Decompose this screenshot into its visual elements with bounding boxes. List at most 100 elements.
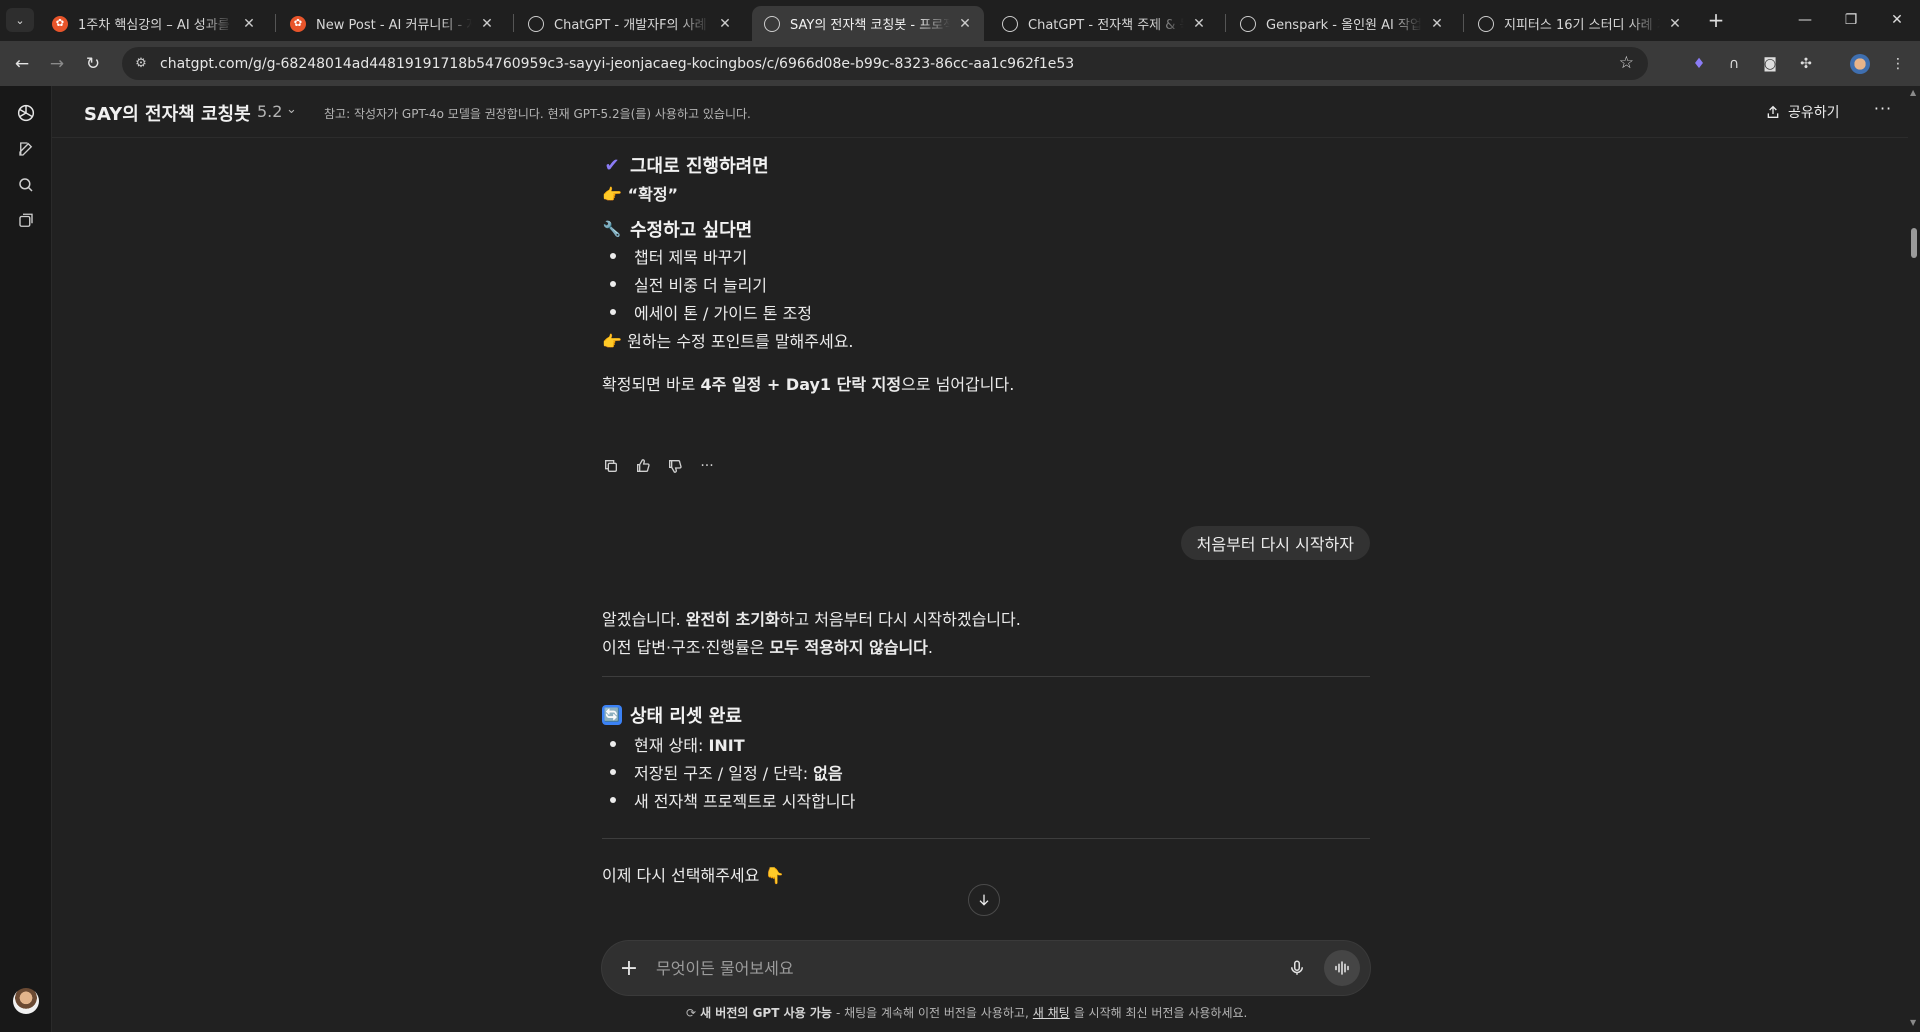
model-recommendation-note: 참고: 작성자가 GPT-4o 모델을 권장합니다. 현재 GPT-5.2을(를… [324, 107, 751, 121]
wrench-icon: 🔧 [602, 220, 622, 238]
next-step-line: 확정되면 바로 4주 일정 + Day1 단락 지정으로 넘어갑니다. [602, 375, 1015, 394]
back-button[interactable]: ← [9, 51, 35, 77]
gpters-favicon-icon [1478, 15, 1494, 32]
close-tab-icon[interactable]: ✕ [956, 16, 974, 32]
proceed-line: 👉 “확정” [602, 185, 679, 204]
user-avatar[interactable] [13, 988, 39, 1014]
message-actions: ··· [602, 456, 716, 476]
page-scrollbar[interactable]: ▲ ▼ [1908, 86, 1920, 1032]
reload-button[interactable]: ↻ [80, 51, 106, 77]
browser-menu-icon[interactable]: ⋮ [1888, 54, 1908, 74]
share-icon [1767, 105, 1779, 118]
browser-toolbar: ← → ↻ ⚙ chatgpt.com/g/g-68248014ad448191… [0, 41, 1920, 86]
reset-heading: 🔄 상태 리셋 완료 [602, 705, 742, 727]
model-version[interactable]: 5.2 [257, 102, 282, 121]
scroll-up-arrow-icon[interactable]: ▲ [1910, 88, 1916, 97]
chatgpt-favicon-icon [528, 15, 544, 32]
pointing-right-icon: 👉 [602, 185, 622, 204]
genspark-favicon-icon [1240, 15, 1256, 32]
browser-tab-6[interactable]: Genspark - 올인원 AI 작업 공간 ✕ [1228, 6, 1456, 41]
pointing-down-icon: 👇 [764, 866, 785, 885]
new-version-notice: ⟳ 새 버전의 GPT 사용 가능 - 채팅을 계속해 이전 버전을 사용하고,… [686, 1004, 1248, 1021]
new-chat-icon[interactable] [13, 136, 39, 162]
browser-tab-7[interactable]: 지피터스 16기 스터디 사례 기반 ✕ [1466, 6, 1694, 41]
dictate-button[interactable] [1284, 955, 1310, 981]
search-icon[interactable] [13, 172, 39, 198]
check-mark-icon: ✔ [604, 154, 620, 176]
extension-camera-icon[interactable]: ◙ [1760, 54, 1780, 74]
close-tab-icon[interactable]: ✕ [1428, 16, 1446, 32]
chat-header: SAY의 전자책 코칭봇 5.2 ⌄ 참고: 작성자가 GPT-4o 모델을 권… [52, 86, 1908, 138]
list-item: 현재 상태: INIT [610, 732, 745, 756]
close-tab-icon[interactable]: ✕ [1666, 16, 1684, 32]
browser-tab-2[interactable]: ✿ New Post - AI 커뮤니티 - 지피터스 ✕ [278, 6, 506, 41]
divider [602, 676, 1370, 677]
prompt-input[interactable] [656, 956, 1256, 980]
browser-tab-5[interactable]: ChatGPT - 전자책 주제 & 목차 ✕ [990, 6, 1218, 41]
refresh-icon: ⟳ [686, 1005, 697, 1020]
list-item: 새 전자책 프로젝트로 시작합니다 [609, 788, 855, 812]
restore-window-button[interactable]: ❐ [1828, 0, 1874, 40]
pointing-right-icon: 👉 [602, 332, 622, 351]
extension-flame-icon[interactable]: ♦ [1689, 54, 1709, 74]
list-item: 에세이 톤 / 가이드 톤 조정 [609, 300, 812, 324]
new-chat-link[interactable]: 새 채팅 [1033, 1004, 1070, 1021]
chatgpt-favicon-icon [1002, 15, 1018, 32]
copy-icon[interactable] [602, 457, 620, 475]
share-button[interactable]: 공유하기 [1765, 99, 1840, 125]
list-item: 챕터 제목 바꾸기 [609, 244, 747, 268]
browser-tab-strip: ⌄ ✿ 1주차 핵심강의 – AI 성과를 극대화 ✕ ✿ New Post -… [0, 0, 1920, 41]
browser-tab-1[interactable]: ✿ 1주차 핵심강의 – AI 성과를 극대화 ✕ [40, 6, 268, 41]
thumbs-down-icon[interactable] [666, 457, 684, 475]
new-tab-button[interactable]: + [1704, 8, 1728, 32]
close-tab-icon[interactable]: ✕ [1190, 16, 1208, 32]
chatgpt-app: SAY의 전자책 코칭봇 5.2 ⌄ 참고: 작성자가 GPT-4o 모델을 권… [0, 86, 1920, 1032]
openai-logo-icon[interactable] [13, 100, 39, 126]
divider [602, 838, 1370, 839]
bookmark-star-icon[interactable]: ☆ [1619, 53, 1634, 73]
close-window-button[interactable]: ✕ [1874, 0, 1920, 40]
add-attachment-button[interactable]: + [616, 955, 642, 981]
more-options-icon[interactable]: ··· [1870, 99, 1896, 125]
close-tab-icon[interactable]: ✕ [478, 16, 496, 32]
gpt-name[interactable]: SAY의 전자책 코칭봇 [84, 100, 251, 126]
address-bar[interactable]: ⚙ chatgpt.com/g/g-68248014ad44819191718b… [122, 47, 1648, 80]
forward-button[interactable]: → [44, 51, 70, 77]
thumbs-up-icon[interactable] [634, 457, 652, 475]
close-tab-icon[interactable]: ✕ [716, 16, 734, 32]
proceed-heading: ✔ 그대로 진행하려면 [602, 152, 768, 178]
site-info-icon[interactable]: ⚙ [128, 56, 154, 71]
edit-prompt: 👉 원하는 수정 포인트를 말해주세요. [602, 332, 854, 351]
sidebar-rail [0, 86, 52, 1032]
tab-search-dropdown-button[interactable]: ⌄ [6, 8, 34, 32]
reset-line-2: 이전 답변·구조·진행률은 모두 적용하지 않습니다. [602, 638, 933, 657]
gpters-favicon-icon: ✿ [290, 15, 306, 32]
chatgpt-favicon-icon [764, 15, 780, 32]
extensions-puzzle-icon[interactable]: ✣ [1796, 54, 1816, 74]
gpters-favicon-icon: ✿ [52, 15, 68, 32]
browser-tab-4-active[interactable]: SAY의 전자책 코칭봇 - 프로젝트 ✕ [752, 6, 984, 41]
voice-mode-button[interactable] [1324, 950, 1360, 986]
profile-avatar[interactable] [1850, 54, 1870, 74]
arrow-down-icon [979, 894, 989, 906]
sync-icon: 🔄 [602, 705, 622, 725]
chevron-down-icon[interactable]: ⌄ [286, 102, 297, 117]
microphone-icon [1291, 960, 1303, 975]
scroll-down-arrow-icon[interactable]: ▼ [1910, 1018, 1916, 1027]
close-tab-icon[interactable]: ✕ [240, 16, 258, 32]
library-icon[interactable] [13, 208, 39, 234]
reset-line-1: 알겠습니다. 완전히 초기화하고 처음부터 다시 시작하겠습니다. [602, 610, 1021, 629]
list-item: 저장된 구조 / 일정 / 단락: 없음 [610, 760, 843, 784]
choose-again-line: 이제 다시 선택해주세요 👇 [602, 866, 785, 885]
scrollbar-thumb[interactable] [1911, 228, 1917, 258]
more-actions-icon[interactable]: ··· [698, 457, 716, 475]
extension-magnet-icon[interactable]: ∩ [1724, 54, 1744, 74]
message-composer: + [602, 941, 1370, 995]
waveform-icon [1335, 961, 1349, 975]
user-message-bubble: 처음부터 다시 시작하자 [1180, 526, 1370, 560]
browser-tab-3[interactable]: ChatGPT - 개발자F의 사례 게시글 ✕ [516, 6, 744, 41]
scroll-to-bottom-button[interactable] [968, 884, 1000, 916]
edit-heading: 🔧 수정하고 싶다면 [602, 220, 753, 241]
minimize-window-button[interactable]: — [1782, 0, 1828, 40]
list-item: 실전 비중 더 늘리기 [609, 272, 767, 296]
